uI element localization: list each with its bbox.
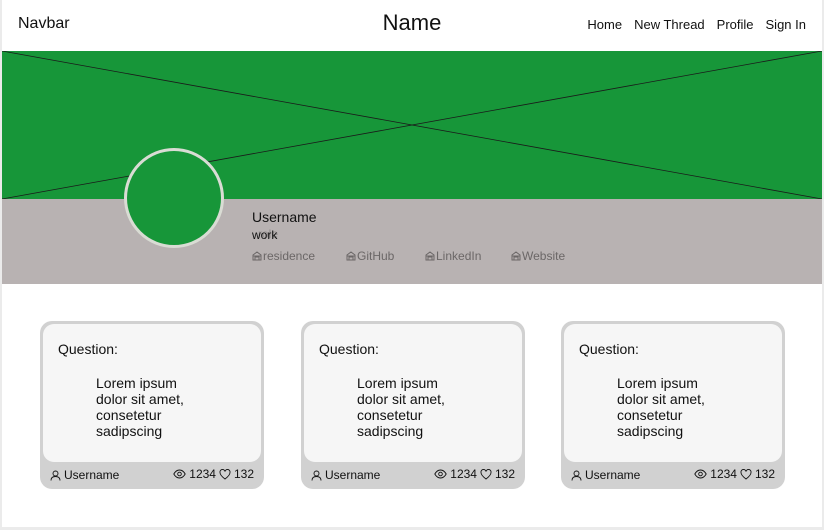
navbar: Navbar Name Home New Thread Profile Sign…	[2, 0, 822, 51]
building-icon	[346, 251, 356, 261]
heart-icon[interactable]	[740, 468, 752, 480]
card-views: 1234	[189, 467, 216, 481]
question-card-footer: Username 1234 132	[561, 466, 785, 484]
question-card[interactable]: Question: Lorem ipsum dolor sit amet, co…	[561, 321, 785, 489]
card-stats: 1234 132	[434, 467, 515, 481]
user-icon	[50, 470, 61, 481]
card-likes: 132	[494, 467, 515, 481]
card-stats: 1234 132	[173, 467, 254, 481]
profile-link-residence[interactable]: residence	[252, 249, 315, 263]
page: Navbar Name Home New Thread Profile Sign…	[2, 0, 822, 527]
profile-link-website[interactable]: Website	[511, 249, 565, 263]
building-icon	[425, 251, 435, 261]
nav-link-new-thread[interactable]: New Thread	[634, 17, 705, 32]
question-label: Question:	[579, 341, 639, 357]
question-text: Lorem ipsum dolor sit amet, consetetur s…	[357, 375, 445, 439]
question-label: Question:	[58, 341, 118, 357]
banner-placeholder-cross	[2, 51, 822, 199]
question-card[interactable]: Question: Lorem ipsum dolor sit amet, co…	[301, 321, 525, 489]
card-views: 1234	[710, 467, 737, 481]
card-username: Username	[325, 468, 381, 482]
nav-link-home[interactable]: Home	[587, 17, 622, 32]
card-likes: 132	[754, 467, 775, 481]
card-username: Username	[585, 468, 641, 482]
profile-banner	[2, 51, 822, 199]
nav-link-profile[interactable]: Profile	[717, 17, 754, 32]
eye-icon	[694, 469, 707, 479]
question-card-footer: Username 1234 132	[40, 466, 264, 484]
nav-link-sign-in[interactable]: Sign In	[766, 17, 806, 32]
card-author[interactable]: Username	[50, 468, 119, 482]
question-card[interactable]: Question: Lorem ipsum dolor sit amet, co…	[40, 321, 264, 489]
card-likes: 132	[233, 467, 254, 481]
profile-link-github[interactable]: GitHub	[346, 249, 394, 263]
question-card-footer: Username 1234 132	[301, 466, 525, 484]
eye-icon	[434, 469, 447, 479]
question-card-body: Question: Lorem ipsum dolor sit amet, co…	[304, 324, 522, 462]
building-icon	[511, 251, 521, 261]
question-text: Lorem ipsum dolor sit amet, consetetur s…	[617, 375, 705, 439]
question-text: Lorem ipsum dolor sit amet, consetetur s…	[96, 375, 184, 439]
profile-work-text: work	[252, 228, 278, 242]
card-author[interactable]: Username	[311, 468, 380, 482]
card-username: Username	[64, 468, 120, 482]
profile-username: Username	[252, 209, 317, 225]
profile-link-linkedin[interactable]: LinkedIn	[425, 249, 481, 263]
user-icon	[311, 470, 322, 481]
nav-links: Home New Thread Profile Sign In	[587, 17, 806, 32]
card-views: 1234	[450, 467, 477, 481]
question-card-body: Question: Lorem ipsum dolor sit amet, co…	[43, 324, 261, 462]
card-stats: 1234 132	[694, 467, 775, 481]
user-icon	[571, 470, 582, 481]
avatar[interactable]	[124, 148, 224, 248]
profile-work: role work	[252, 227, 312, 243]
heart-icon[interactable]	[480, 468, 492, 480]
question-label: Question:	[319, 341, 379, 357]
question-card-body: Question: Lorem ipsum dolor sit amet, co…	[564, 324, 782, 462]
card-author[interactable]: Username	[571, 468, 640, 482]
eye-icon	[173, 469, 186, 479]
heart-icon[interactable]	[219, 468, 231, 480]
building-icon	[252, 251, 262, 261]
